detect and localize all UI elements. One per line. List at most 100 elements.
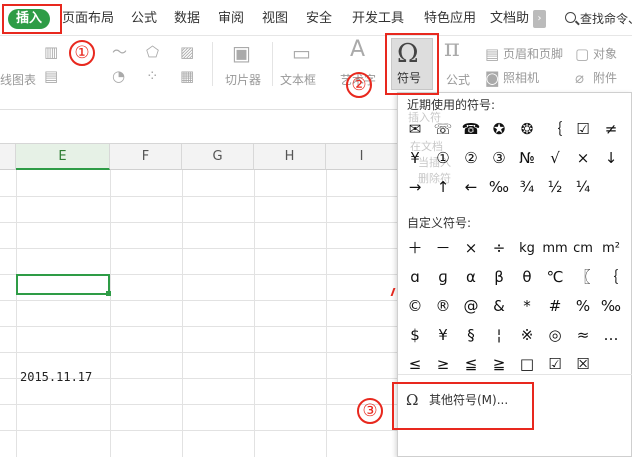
symbol-cell[interactable]: ©: [401, 292, 429, 321]
attachment-label[interactable]: 附件: [593, 70, 617, 86]
symbol-cell[interactable]: ◎: [541, 321, 569, 350]
column-header-i[interactable]: I: [326, 144, 398, 170]
symbol-cell[interactable]: 〖: [569, 263, 597, 292]
bar-chart-icon[interactable]: ▥: [44, 44, 58, 60]
symbol-cell[interactable]: ¾: [513, 173, 541, 202]
symbol-cell[interactable]: ✪: [485, 115, 513, 144]
symbol-cell[interactable]: ↓: [597, 144, 625, 173]
symbol-cell[interactable]: …: [597, 321, 625, 350]
tab-developer[interactable]: 开发工具: [352, 10, 404, 28]
column-header-f[interactable]: F: [110, 144, 182, 170]
tab-doc-assistant[interactable]: 文档助: [490, 10, 529, 28]
symbol-cell[interactable]: §: [457, 321, 485, 350]
tab-special[interactable]: 特色应用: [424, 10, 476, 28]
camera-icon[interactable]: ◙: [485, 70, 500, 86]
tab-formulas[interactable]: 公式: [131, 10, 157, 28]
symbol-cell[interactable]: ½: [541, 173, 569, 202]
column-header-g[interactable]: G: [182, 144, 254, 170]
symbol-cell[interactable]: ☑: [569, 115, 597, 144]
symbol-cell[interactable]: ®: [429, 292, 457, 321]
symbol-cell[interactable]: @: [457, 292, 485, 321]
symbol-cell[interactable]: kg: [513, 234, 541, 263]
symbol-cell[interactable]: θ: [513, 263, 541, 292]
radar-chart-icon[interactable]: ⬠: [146, 44, 159, 60]
custom-symbols-grid: ＋－ × ÷ kg mm cm m² ɑ ɡ α β θ ℃ 〖｛ © ® @ & * #% ‰ $ ¥ § ¦ ※ ◎ ≈… ≤ ≥ ≦ ≧…: [401, 234, 625, 379]
grid-line: [0, 352, 400, 353]
symbol-cell[interactable]: ❂: [513, 115, 541, 144]
symbol-cell[interactable]: ¼: [569, 173, 597, 202]
tab-data[interactable]: 数据: [174, 10, 200, 28]
symbol-cell[interactable]: $: [401, 321, 429, 350]
symbol-cell[interactable]: cm: [569, 234, 597, 263]
symbol-cell[interactable]: №: [513, 144, 541, 173]
line-chart-icon[interactable]: 〜: [112, 44, 127, 60]
symbol-cell[interactable]: ↑: [429, 173, 457, 202]
object-icon[interactable]: ▢: [575, 46, 589, 62]
pie-chart-icon[interactable]: ◔: [112, 68, 125, 84]
symbol-cell[interactable]: ÷: [485, 234, 513, 263]
other-chart-icon[interactable]: ▦: [180, 68, 194, 84]
symbol-cell[interactable]: &: [485, 292, 513, 321]
symbol-cell[interactable]: ×: [457, 234, 485, 263]
symbol-cell[interactable]: ¦: [485, 321, 513, 350]
mail-chart-icon[interactable]: ▤: [44, 68, 58, 84]
textbox-icon[interactable]: ▭: [292, 43, 311, 63]
symbol-cell[interactable]: ‰: [485, 173, 513, 202]
symbol-cell[interactable]: α: [457, 263, 485, 292]
symbol-cell[interactable]: ¥: [401, 144, 429, 173]
formula-label[interactable]: 公式: [446, 72, 470, 88]
search-icon[interactable]: [565, 12, 576, 23]
selected-cell[interactable]: [16, 274, 110, 295]
symbol-cell[interactable]: ɡ: [429, 263, 457, 292]
header-footer-icon[interactable]: ▤: [485, 46, 499, 62]
symbol-cell[interactable]: ¥: [429, 321, 457, 350]
paperclip-icon[interactable]: ⌀: [575, 70, 584, 86]
symbol-cell[interactable]: ✉: [401, 115, 429, 144]
symbol-cell[interactable]: m²: [597, 234, 625, 263]
symbol-cell[interactable]: *: [513, 292, 541, 321]
symbol-cell[interactable]: ＋: [401, 234, 429, 263]
date-cell[interactable]: 2015.11.17: [20, 369, 92, 385]
wordart-icon[interactable]: A: [350, 39, 365, 61]
column-header-e[interactable]: E: [16, 144, 110, 170]
slicer-icon[interactable]: ▣: [232, 43, 251, 63]
fill-handle[interactable]: [106, 291, 111, 296]
tab-page-layout[interactable]: 页面布局: [62, 10, 114, 28]
symbol-cell[interactable]: ☏: [429, 115, 457, 144]
slicer-label[interactable]: 切片器: [225, 72, 261, 88]
scatter-chart-icon[interactable]: ⁘: [146, 68, 159, 84]
symbol-cell[interactable]: %: [569, 292, 597, 321]
symbol-cell[interactable]: ≈: [569, 321, 597, 350]
symbol-cell[interactable]: β: [485, 263, 513, 292]
symbol-cell[interactable]: mm: [541, 234, 569, 263]
symbol-cell[interactable]: ☎: [457, 115, 485, 144]
area-chart-icon[interactable]: ▨: [180, 44, 194, 60]
tab-review[interactable]: 审阅: [218, 10, 244, 28]
camera-label[interactable]: 照相机: [503, 70, 539, 86]
symbol-cell[interactable]: ɑ: [401, 263, 429, 292]
symbol-cell[interactable]: ②: [457, 144, 485, 173]
symbol-cell[interactable]: √: [541, 144, 569, 173]
symbol-cell[interactable]: ≠: [597, 115, 625, 144]
symbol-cell[interactable]: →: [401, 173, 429, 202]
symbol-cell[interactable]: －: [429, 234, 457, 263]
symbol-cell[interactable]: ×: [569, 144, 597, 173]
symbol-cell[interactable]: ｛: [541, 115, 569, 144]
symbol-cell[interactable]: #: [541, 292, 569, 321]
symbol-cell[interactable]: ←: [457, 173, 485, 202]
symbol-cell[interactable]: ①: [429, 144, 457, 173]
symbol-cell[interactable]: ③: [485, 144, 513, 173]
symbol-cell[interactable]: ※: [513, 321, 541, 350]
pi-icon[interactable]: π: [444, 36, 460, 60]
symbol-cell[interactable]: ‰: [597, 292, 625, 321]
object-label[interactable]: 对象: [593, 46, 617, 62]
tab-security[interactable]: 安全: [306, 10, 332, 28]
symbol-cell[interactable]: ℃: [541, 263, 569, 292]
tabs-more-button[interactable]: ›: [533, 10, 546, 28]
search-command-input[interactable]: 查找命令、: [580, 10, 632, 28]
symbol-cell[interactable]: ｛: [597, 263, 625, 292]
tab-view[interactable]: 视图: [262, 10, 288, 28]
textbox-label[interactable]: 文本框: [280, 72, 316, 88]
column-header-h[interactable]: H: [254, 144, 326, 170]
header-footer-label[interactable]: 页眉和页脚: [503, 46, 563, 62]
